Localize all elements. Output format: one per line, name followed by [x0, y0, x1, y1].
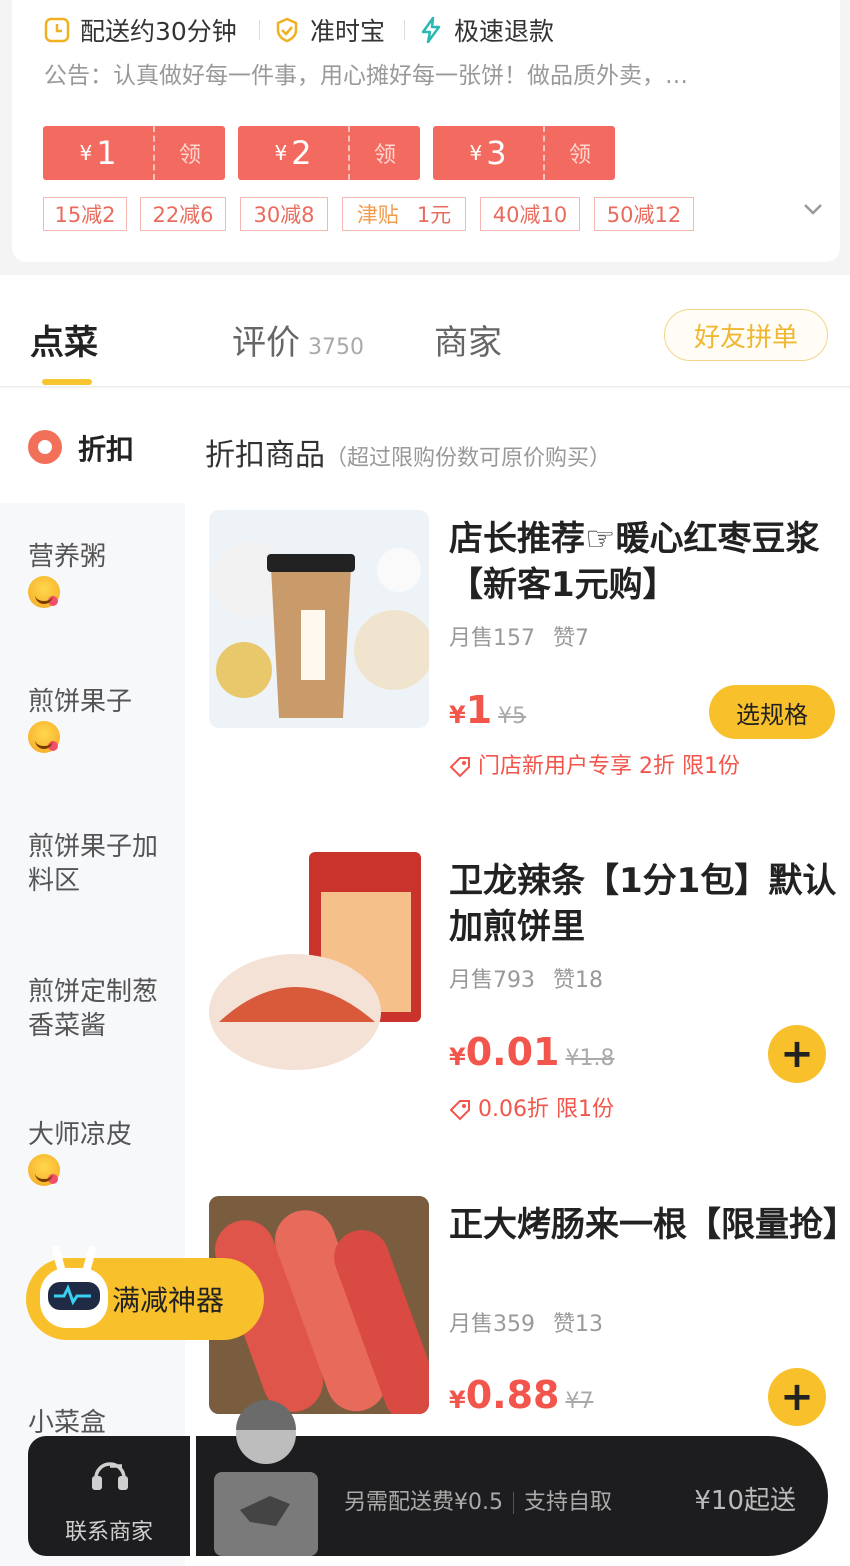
product-name[interactable]: 卫龙辣条【1分1包】默认加煎饼里 [449, 858, 844, 950]
chevron-down-icon[interactable] [802, 198, 824, 220]
add-to-cart-button[interactable]: + [768, 1368, 826, 1426]
smile-emoji-icon [28, 1153, 60, 1186]
sidebar-item[interactable]: 营养粥 [28, 540, 106, 608]
product-price: ¥0.88 ¥7 [449, 1373, 594, 1417]
tab-reviews[interactable]: 评价 3750 [232, 315, 364, 364]
category-sidebar: 折扣 营养粥 煎饼果子 煎饼果子加料区 煎饼定制葱香菜酱 大师凉皮 小菜盒 [0, 388, 185, 1566]
tab-order[interactable]: 点菜 [30, 315, 98, 364]
sidebar-item[interactable]: 大师凉皮 [28, 1118, 132, 1186]
discount-info: 门店新用户专享 2折 限1份 [449, 748, 740, 780]
product-image[interactable] [209, 852, 429, 1070]
promo-tag: 30减8 [240, 197, 328, 231]
tab-bar: 点菜 评价 3750 商家 好友拼单 [0, 275, 850, 387]
delivery-info: 另需配送费¥0.5 支持自取 [344, 1490, 613, 1515]
headset-icon [92, 1462, 128, 1490]
smile-emoji-icon [28, 720, 60, 753]
discount-info: 0.06折 限1份 [449, 1091, 614, 1123]
promo-tag: 40减10 [480, 197, 580, 231]
sidebar-item[interactable]: 煎饼果子加料区 [28, 830, 158, 898]
add-to-cart-button[interactable]: + [768, 1025, 826, 1083]
delivery-rider-cart-icon[interactable] [210, 1400, 322, 1560]
group-order-button[interactable]: 好友拼单 [664, 309, 828, 361]
sidebar-item-discount[interactable]: 折扣 [0, 388, 185, 503]
product-name[interactable]: 店长推荐☞暖心红枣豆浆【新客1元购】 [449, 516, 844, 608]
shield-check-icon [276, 17, 298, 43]
product-sales: 月售359 赞13 [449, 1312, 603, 1337]
subsidy-tag: 津贴 1元 [342, 197, 466, 231]
active-tab-indicator [42, 379, 92, 385]
discount-helper-button[interactable]: 满减神器 [26, 1246, 264, 1340]
perk-on-time: 准时宝 [274, 14, 385, 46]
shop-info-card: 配送约30分钟 准时宝 极速退款 公告：认真做好每一件事，用心摊好每一张饼！做品… [12, 0, 840, 262]
coupon-3[interactable]: ¥3 领 [433, 126, 615, 180]
promo-tag: 22减6 [140, 197, 226, 231]
min-order-label: ¥10起送 [694, 1486, 796, 1516]
promo-tag: 50减12 [594, 197, 694, 231]
perk-delivery-time: 配送约30分钟 [44, 14, 237, 46]
product-sales: 月售157 赞7 [449, 626, 589, 651]
claim-coupon-button[interactable]: 领 [543, 126, 615, 180]
lightning-icon [421, 17, 441, 43]
claim-coupon-button[interactable]: 领 [153, 126, 225, 180]
sidebar-item[interactable]: 煎饼果子 [28, 685, 132, 753]
tag-icon [449, 1100, 470, 1121]
smile-emoji-icon [28, 575, 60, 608]
tag-icon [449, 757, 470, 778]
section-title: 折扣商品（超过限购份数可原价购买） [205, 438, 612, 473]
discount-icon [28, 430, 62, 464]
contact-merchant-button[interactable]: 联系商家 [28, 1436, 190, 1556]
promo-tag: 15减2 [43, 197, 127, 231]
tab-merchant[interactable]: 商家 [434, 315, 502, 364]
clock-icon [44, 17, 70, 43]
product-price: ¥0.01 ¥1.8 [449, 1030, 615, 1074]
product-sales: 月售793 赞18 [449, 968, 603, 993]
product-price: ¥1 ¥5 [449, 688, 527, 732]
sidebar-item[interactable]: 煎饼定制葱香菜酱 [28, 975, 158, 1043]
product-image[interactable] [209, 510, 429, 728]
coupon-2[interactable]: ¥2 领 [238, 126, 420, 180]
select-spec-button[interactable]: 选规格 [709, 685, 835, 739]
product-list: 折扣商品（超过限购份数可原价购买） 店长推荐☞暖心红枣豆浆【新客1元购】 月售1… [185, 388, 850, 1566]
product-name[interactable]: 正大烤肠来一根【限量抢】 [449, 1202, 850, 1248]
perk-refund: 极速退款 [418, 14, 554, 46]
claim-coupon-button[interactable]: 领 [348, 126, 420, 180]
robot-mascot-icon [40, 1246, 108, 1328]
store-notice[interactable]: 公告：认真做好每一件事，用心摊好每一张饼！做品质外卖，… [44, 56, 688, 90]
coupon-1[interactable]: ¥1 领 [43, 126, 225, 180]
